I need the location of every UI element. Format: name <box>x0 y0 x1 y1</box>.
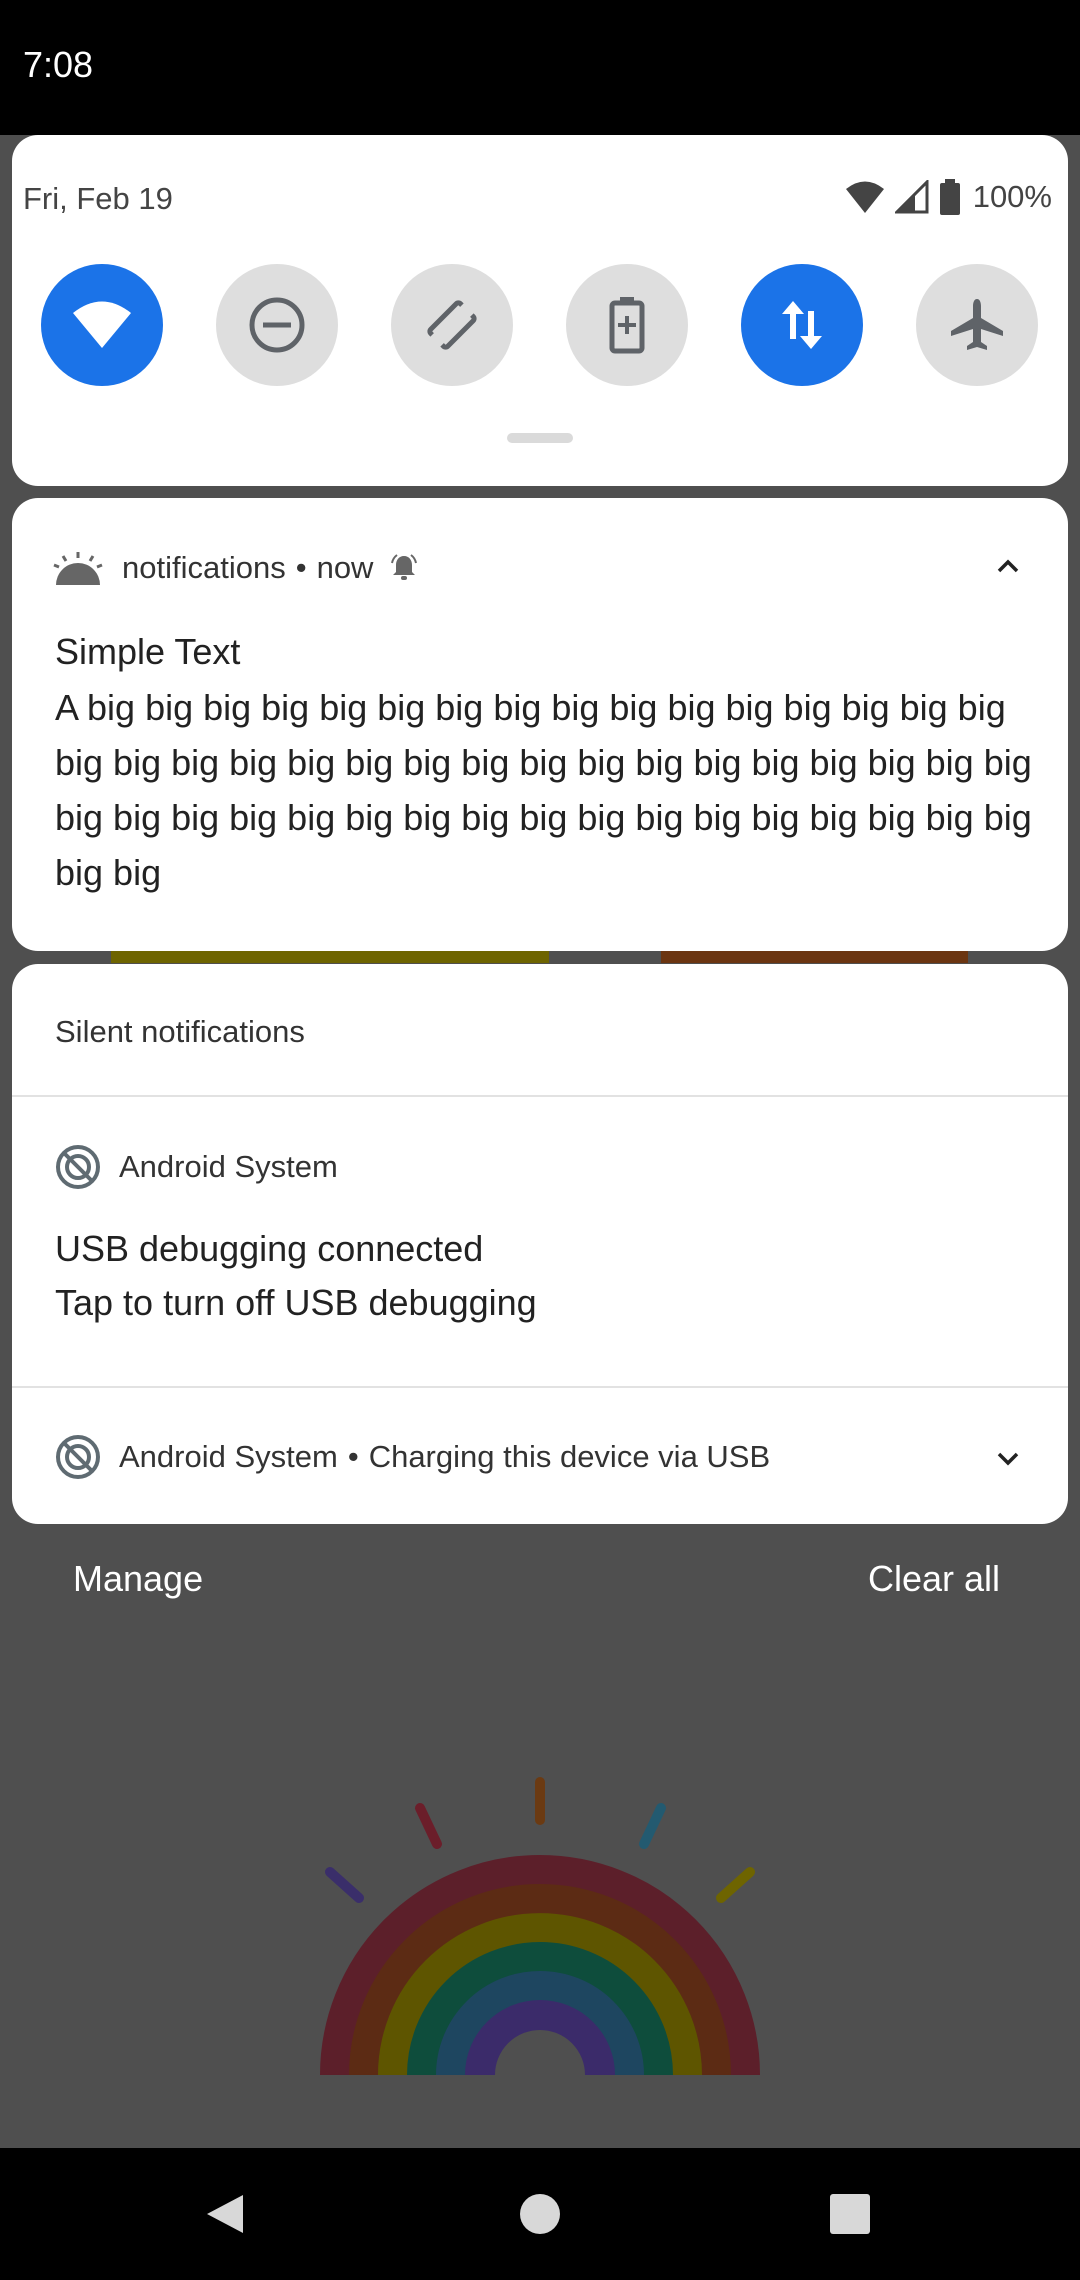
notification-time: now <box>316 550 374 585</box>
header-separator: • <box>295 550 307 585</box>
status-bar: 7:08 <box>0 0 1080 135</box>
notification-header: Android System • Charging this device vi… <box>55 1434 770 1480</box>
notification-summary: Charging this device via USB <box>368 1439 771 1474</box>
battery-saver-icon <box>609 297 645 354</box>
header-separator: • <box>347 1439 359 1474</box>
notification-card[interactable]: notifications • now Simple Text A big bi… <box>12 498 1068 951</box>
recents-icon <box>830 2194 870 2234</box>
notification-title: Simple Text <box>55 631 241 672</box>
wallpaper-peek-right <box>661 951 968 963</box>
drag-handle[interactable] <box>507 433 573 443</box>
silent-notifications-card: Silent notifications Android System USB … <box>12 964 1068 1524</box>
notification-body: A big big big big big big big big big bi… <box>55 687 1032 893</box>
sunrise-app-icon <box>53 552 103 585</box>
android-system-icon <box>56 1145 100 1189</box>
quick-settings-tiles <box>12 264 1068 386</box>
auto-rotate-icon <box>426 299 478 351</box>
system-icons: 100% <box>845 179 1052 215</box>
wifi-signal-icon <box>845 181 884 213</box>
tile-wifi[interactable] <box>41 264 163 386</box>
mobile-data-icon <box>782 301 822 349</box>
notification-header: Android System <box>55 1144 338 1190</box>
back-button[interactable] <box>185 2148 265 2280</box>
airplane-icon <box>951 299 1003 350</box>
alert-bell-icon <box>389 553 419 583</box>
wallpaper-rainbow-illustration <box>320 1777 760 2076</box>
home-icon <box>520 2194 560 2234</box>
android-system-icon <box>56 1435 100 1479</box>
divider <box>12 1095 1068 1097</box>
back-icon <box>207 2195 243 2233</box>
divider <box>12 1386 1068 1388</box>
battery-icon <box>939 179 960 215</box>
collapse-chevron-icon[interactable] <box>996 558 1020 579</box>
clock: 7:08 <box>23 44 94 85</box>
expand-chevron-icon[interactable] <box>996 1451 1020 1472</box>
home-button[interactable] <box>500 2148 580 2280</box>
manage-button[interactable]: Manage <box>73 1558 203 1600</box>
tile-do-not-disturb[interactable] <box>216 264 338 386</box>
wallpaper-peek-left <box>111 951 549 963</box>
silent-section-header: Silent notifications <box>55 1014 305 1049</box>
app-name: notifications <box>122 550 286 585</box>
tile-airplane-mode[interactable] <box>916 264 1038 386</box>
notification-header: notifications • now <box>52 550 419 586</box>
do-not-disturb-icon <box>249 297 305 353</box>
app-name: Android System <box>119 1439 338 1474</box>
notification-title: USB debugging connected <box>55 1228 484 1269</box>
battery-percent: 100% <box>972 179 1052 214</box>
clear-all-button[interactable]: Clear all <box>868 1558 1000 1600</box>
notification-text: Tap to turn off USB debugging <box>55 1282 537 1323</box>
wifi-icon <box>73 301 131 348</box>
tile-mobile-data[interactable] <box>741 264 863 386</box>
app-name: Android System <box>119 1149 338 1184</box>
tile-battery-saver[interactable] <box>566 264 688 386</box>
tile-auto-rotate[interactable] <box>391 264 513 386</box>
quick-settings-panel: Fri, Feb 19 100% <box>12 135 1068 486</box>
date-label[interactable]: Fri, Feb 19 <box>23 181 173 217</box>
cell-signal-icon <box>894 180 929 214</box>
recents-button[interactable] <box>810 2148 890 2280</box>
navigation-bar <box>0 2148 1080 2280</box>
